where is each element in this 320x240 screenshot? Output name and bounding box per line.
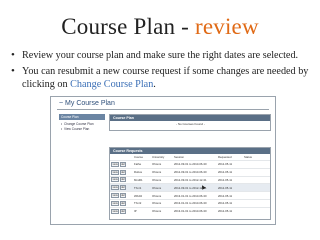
table-row: view del Mnd01 Ohrens 2012-09-01 to 2012-12-… (110, 175, 270, 184)
title-divider (57, 109, 269, 110)
delete-request-button[interactable]: del (119, 169, 127, 175)
cell-status (243, 183, 270, 192)
view-request-button[interactable]: view (111, 208, 120, 214)
bullet-list: • Review your course plan and make sure … (11, 49, 311, 94)
bullet-text: You can resubmit a new course request if… (22, 65, 311, 91)
cell-status (243, 167, 270, 177)
sidebar-item-course-plan[interactable]: Course Plan (59, 114, 105, 120)
cell-status (243, 160, 270, 169)
slide-title-main: Course Plan - (61, 14, 195, 39)
cell-requested: 2012-05-11 (217, 167, 243, 177)
cell-status (243, 191, 270, 200)
row-actions: view del (110, 198, 133, 208)
view-request-button[interactable]: view (111, 193, 120, 199)
cell-session: 2013-01-01 to 2013-06-30 (173, 191, 217, 200)
bullet-item: • Review your course plan and make sure … (11, 49, 311, 62)
table-row: view del Robos Ohrens 2012-09-01 to 2013-06-… (110, 167, 270, 177)
course-requests-table: Course University Session Requested Stat… (110, 154, 270, 215)
cell-course: Wrk02 (133, 191, 151, 200)
bullet-dot-icon: • (11, 65, 15, 77)
cell-course: IP (133, 206, 151, 215)
row-actions: view del (110, 191, 133, 200)
cell-requested: 2012-05-11 (217, 191, 243, 200)
course-plan-empty-row: - No Courses Found - (110, 121, 270, 127)
delete-request-button[interactable]: del (119, 200, 127, 206)
cell-requested: 2012-05-11 (217, 183, 243, 192)
table-row: view del Thnr1 Ohrens 2012-09-01 to 2012-12-… (110, 183, 270, 192)
cell-university: Ohrens (151, 167, 173, 177)
bullet-text-before: You can resubmit a new course request if… (22, 66, 309, 90)
cell-session: 2013-01-01 to 2013-06-30 (173, 206, 217, 215)
bullet-dot-icon: • (11, 49, 15, 61)
delete-request-button[interactable]: del (119, 193, 127, 199)
cell-course: Robos (133, 167, 151, 177)
view-request-button[interactable]: view (111, 185, 120, 191)
delete-request-button[interactable]: del (119, 177, 127, 183)
cell-university: Ohrens (151, 175, 173, 184)
course-plan-section: Course Plan - No Courses Found - (109, 114, 271, 131)
table-row: view del Thnr2 Ohrens 2013-01-01 to 2013-06-… (110, 198, 270, 208)
view-request-button[interactable]: view (111, 161, 120, 167)
cell-university: Ohrens (151, 183, 173, 192)
view-request-button[interactable]: view (111, 169, 120, 175)
slide-title-accent: review (194, 14, 259, 39)
cell-status (243, 175, 270, 184)
app-page-title: ~ My Course Plan (59, 100, 115, 107)
row-actions: view del (110, 183, 133, 192)
cell-session: 2013-01-01 to 2013-06-30 (173, 198, 217, 208)
cell-course: Mnd01 (133, 175, 151, 184)
row-actions: view del (110, 175, 133, 184)
sidebar-item-view-course-plan[interactable]: • View Course Plan (59, 126, 105, 131)
course-requests-section: Course Requests Course University Sessio… (109, 147, 271, 220)
sidebar-item-label: View Course Plan (64, 126, 90, 131)
app-page-title-text: My Course Plan (65, 100, 115, 107)
cell-course: Fathe (133, 160, 151, 169)
cell-session: 2012-09-01 to 2013-06-30 (173, 160, 217, 169)
view-request-button[interactable]: view (111, 177, 120, 183)
cell-session: 2012-09-01 to 2013-06-30 (173, 167, 217, 177)
app-screenshot-panel: ~ My Course Plan Course Plan • Change Cou… (50, 96, 276, 225)
delete-request-button[interactable]: del (119, 161, 127, 167)
table-row: view del Wrk02 Ohrens 2013-01-01 to 2013-06-… (110, 191, 270, 200)
cell-university: Ohrens (151, 206, 173, 215)
cell-status (243, 198, 270, 208)
row-actions: view del (110, 206, 133, 215)
table-row: view del IP Ohrens 2013-01-01 to 2013-06-30 2… (110, 206, 270, 215)
no-courses-text: - No Courses Found - (176, 122, 205, 126)
sidebar-nav: Course Plan • Change Course Plan • View Co… (59, 114, 105, 131)
cell-requested: 2012-05-11 (217, 160, 243, 169)
table-row: view del Fathe Ohrens 2012-09-01 to 2013-06-… (110, 160, 270, 169)
row-actions: view del (110, 167, 133, 177)
cell-requested: 2012-05-11 (217, 198, 243, 208)
view-request-button[interactable]: view (111, 200, 120, 206)
cell-session: 2012-09-01 to 2012-12-31 (173, 183, 217, 192)
cell-session: 2012-09-01 to 2012-12-31 (173, 175, 217, 184)
row-actions: view del (110, 160, 133, 169)
cell-status (243, 206, 270, 215)
cell-university: Ohrens (151, 198, 173, 208)
cell-university: Ohrens (151, 160, 173, 169)
bullet-item: • You can resubmit a new course request … (11, 65, 311, 91)
bullet-text: Review your course plan and make sure th… (22, 50, 299, 61)
delete-request-button[interactable]: del (119, 185, 127, 191)
cell-course: Thnr2 (133, 198, 151, 208)
cell-course: Thnr1 (133, 183, 151, 192)
cell-requested: 2012-05-11 (217, 175, 243, 184)
slide-title: Course Plan - review (0, 14, 320, 40)
sidebar-item-label: Change Course Plan (64, 121, 94, 126)
change-course-plan-link[interactable]: Change Course Plan (70, 79, 153, 90)
cell-university: Ohrens (151, 191, 173, 200)
bullet-text-after: . (153, 79, 156, 90)
delete-request-button[interactable]: del (119, 208, 127, 214)
cell-requested: 2012-05-11 (217, 206, 243, 215)
